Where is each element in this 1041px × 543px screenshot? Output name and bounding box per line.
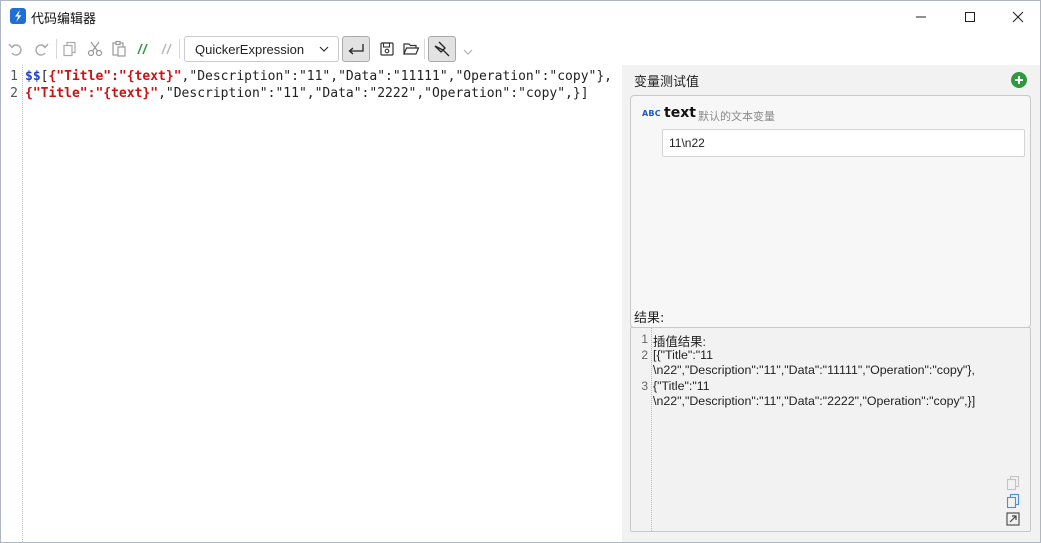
language-select-value: QuickerExpression bbox=[195, 42, 305, 57]
interpolation-prefix: $$ bbox=[25, 69, 41, 84]
comment-button[interactable] bbox=[132, 38, 154, 60]
result-panel-title: 结果: bbox=[634, 311, 665, 326]
copy-to-clipboard-button[interactable] bbox=[1005, 493, 1021, 509]
line-number: 1 bbox=[641, 332, 648, 346]
redo-button[interactable] bbox=[30, 38, 52, 60]
word-wrap-icon bbox=[348, 44, 364, 55]
code-string: {"Title":"{text}" bbox=[48, 69, 182, 84]
cut-button[interactable] bbox=[84, 38, 106, 60]
variables-panel-title: 变量测试值 bbox=[634, 75, 700, 90]
comment-icon bbox=[137, 43, 148, 55]
result-line: {"Title":"11 bbox=[653, 379, 710, 393]
code-text: ,"Description":"11","Data":"2222","Opera… bbox=[158, 86, 589, 101]
code-line[interactable]: {"Title":"{text}","Description":"11","Da… bbox=[25, 86, 589, 101]
save-icon bbox=[380, 42, 394, 56]
language-select[interactable]: QuickerExpression bbox=[184, 36, 339, 62]
code-line[interactable]: $$[{"Title":"{text}","Description":"11",… bbox=[25, 69, 612, 84]
redo-icon bbox=[35, 43, 49, 56]
undo-button[interactable] bbox=[5, 38, 27, 60]
uncomment-icon bbox=[161, 43, 172, 55]
toolbar-separator bbox=[179, 39, 180, 59]
result-line: [{"Title":"11 bbox=[653, 348, 714, 362]
open-file-button[interactable] bbox=[400, 38, 422, 60]
minimize-button[interactable] bbox=[898, 1, 944, 33]
copy-result-button[interactable] bbox=[1005, 475, 1021, 491]
variable-description: 默认的文本变量 bbox=[698, 110, 775, 123]
code-string: {"Title":"{text}" bbox=[25, 86, 159, 101]
line-number: 2 bbox=[10, 86, 18, 101]
more-chevron-icon bbox=[463, 49, 473, 55]
chevron-down-icon bbox=[319, 46, 329, 52]
result-output[interactable]: 1 2 3 插值结果: [{"Title":"11 \n22","Descrip… bbox=[630, 327, 1031, 532]
save-button[interactable] bbox=[376, 38, 398, 60]
line-number: 3 bbox=[641, 379, 648, 393]
right-panel: 变量测试值 ABC text 默认的文本变量 11\n22 结果: 1 2 3 … bbox=[622, 65, 1040, 542]
open-external-icon bbox=[1006, 512, 1020, 526]
window-title: 代码编辑器 bbox=[31, 12, 97, 27]
toolbar: QuickerExpression bbox=[1, 33, 1040, 65]
maximize-button[interactable] bbox=[947, 1, 993, 33]
maximize-icon bbox=[965, 12, 975, 22]
word-wrap-toggle[interactable] bbox=[342, 36, 370, 62]
toolbar-separator bbox=[424, 39, 425, 59]
code-editor-window: 代码编辑器 QuickerExpression 1 2 $$[{"Title":… bbox=[0, 0, 1041, 543]
clipboard-copy-icon bbox=[1006, 493, 1020, 509]
add-variable-button[interactable] bbox=[1011, 72, 1027, 88]
minimize-icon bbox=[916, 16, 926, 18]
toolbar-separator bbox=[56, 39, 57, 59]
open-external-button[interactable] bbox=[1005, 511, 1021, 527]
paste-icon bbox=[112, 40, 126, 57]
title-bar[interactable]: 代码编辑器 bbox=[1, 1, 1040, 33]
uncomment-button[interactable] bbox=[156, 38, 178, 60]
pin-icon bbox=[434, 41, 450, 57]
line-number: 2 bbox=[641, 348, 648, 362]
code-text: ,"Description":"11","Data":"11111","Oper… bbox=[181, 69, 613, 84]
undo-icon bbox=[8, 43, 22, 56]
result-line: \n22","Description":"11","Data":"11111",… bbox=[653, 363, 975, 377]
variable-list: ABC text 默认的文本变量 11\n22 bbox=[630, 95, 1031, 328]
line-number: 1 bbox=[10, 69, 18, 84]
copy-icon bbox=[63, 41, 76, 57]
result-line-gutter: 1 2 3 bbox=[631, 328, 652, 531]
code-editor[interactable]: 1 2 $$[{"Title":"{text}","Description":"… bbox=[1, 65, 622, 542]
line-number-gutter: 1 2 bbox=[1, 65, 23, 542]
pin-toggle[interactable] bbox=[428, 36, 456, 62]
variable-value-input[interactable]: 11\n22 bbox=[662, 129, 1025, 157]
text-type-icon: ABC bbox=[642, 109, 661, 118]
close-button[interactable] bbox=[995, 1, 1040, 33]
plus-icon bbox=[1015, 76, 1023, 84]
copy-icon bbox=[1006, 475, 1020, 491]
cut-icon bbox=[87, 41, 103, 57]
copy-button[interactable] bbox=[59, 38, 81, 60]
open-folder-icon bbox=[403, 43, 420, 55]
close-icon bbox=[1012, 11, 1024, 23]
result-line: \n22","Description":"11","Data":"2222","… bbox=[653, 394, 976, 408]
quicker-logo-icon bbox=[10, 8, 26, 24]
paste-button[interactable] bbox=[108, 38, 130, 60]
variable-name: text bbox=[664, 105, 696, 121]
more-button[interactable] bbox=[457, 41, 479, 63]
